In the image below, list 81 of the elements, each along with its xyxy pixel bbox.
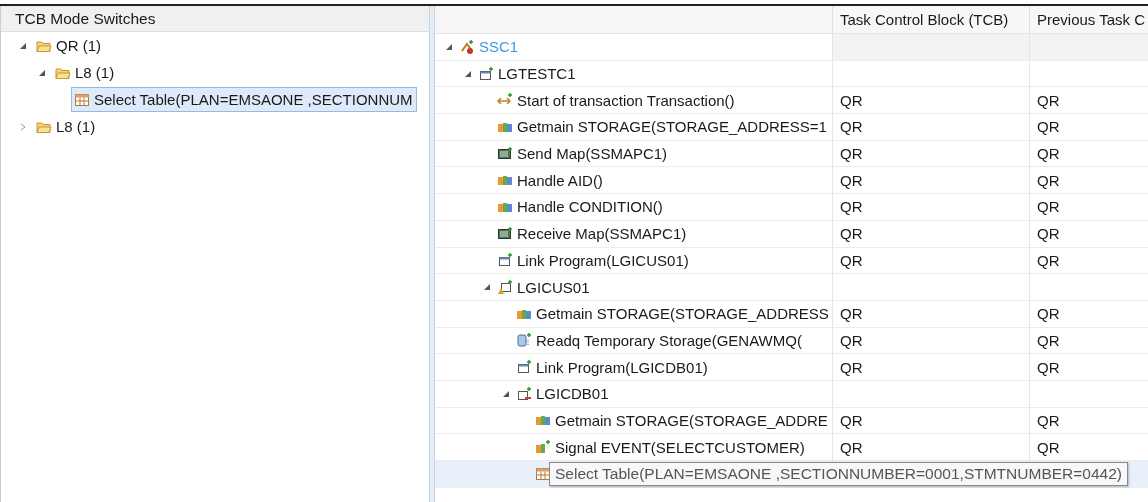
tcb-value: QR bbox=[840, 145, 863, 163]
previous-tcb-value: QR bbox=[1037, 305, 1060, 323]
previous-tcb-value: QR bbox=[1037, 438, 1060, 456]
expanded-arrow-icon[interactable] bbox=[464, 69, 472, 78]
node-label: Receive Map(SSMAPC1) bbox=[517, 225, 687, 243]
tree-row[interactable]: Handle AID() QR QR bbox=[435, 167, 1148, 195]
tcb-value: QR bbox=[840, 198, 863, 216]
previous-tcb-value: QR bbox=[1037, 411, 1060, 429]
window-icon bbox=[516, 359, 532, 376]
screen-icon bbox=[497, 145, 513, 162]
tree-row[interactable]: Getmain STORAGE(STORAGE_ADDRE QR QR bbox=[435, 407, 1148, 435]
node-label: LGICUS01 bbox=[517, 278, 590, 296]
expanded-arrow-icon[interactable] bbox=[502, 389, 510, 398]
tree-row[interactable]: Select Table(PLAN=EMSAONE ,SECTIONNUMBER=0001,STMTNUMBER=0442) bbox=[435, 461, 1148, 488]
tree-row[interactable]: LGICDB01 bbox=[435, 380, 1148, 408]
previous-tcb-value: QR bbox=[1037, 171, 1060, 189]
node-label: Handle CONDITION() bbox=[517, 198, 663, 216]
node-label: Link Program(LGICDB01) bbox=[536, 358, 708, 376]
previous-tcb-value: QR bbox=[1037, 91, 1060, 109]
node-label: Readq Temporary Storage(GENAWMQ( bbox=[536, 331, 802, 349]
expanded-arrow-icon[interactable] bbox=[483, 283, 491, 292]
blocks-icon bbox=[535, 439, 551, 456]
node-label: Link Program(LGICUS01) bbox=[517, 251, 689, 269]
tree-row[interactable]: Start of transaction Transaction() QR QR bbox=[435, 87, 1148, 115]
window-icon bbox=[497, 252, 513, 269]
tcb-value: QR bbox=[840, 225, 863, 243]
tree-row[interactable]: Link Program(LGICUS01) QR QR bbox=[435, 247, 1148, 275]
tree-row[interactable]: Link Program(LGICDB01) QR QR bbox=[435, 354, 1148, 381]
tree-item[interactable]: Select Table(PLAN=EMSAONE ,SECTIONNUM bbox=[71, 87, 417, 112]
panel-title: TCB Mode Switches bbox=[1, 6, 429, 32]
node-label: Getmain STORAGE(STORAGE_ADDRESS bbox=[536, 305, 829, 323]
previous-tcb-value: QR bbox=[1037, 145, 1060, 163]
node-label: Start of transaction Transaction() bbox=[517, 91, 735, 109]
region-icon bbox=[459, 38, 475, 55]
node-label: Send Map(SSMAPC1) bbox=[517, 145, 668, 163]
tcb-value: QR bbox=[840, 305, 863, 323]
column-header[interactable]: Task Control Block (TCB) bbox=[832, 6, 1029, 33]
tcb-value: QR bbox=[840, 251, 863, 269]
previous-tcb-value: QR bbox=[1037, 331, 1060, 349]
node-label: Signal EVENT(SELECTCUSTOMER) bbox=[555, 438, 805, 456]
tcb-value: QR bbox=[840, 171, 863, 189]
node-label: LGTESTC1 bbox=[498, 65, 576, 83]
tcb-value: QR bbox=[840, 358, 863, 376]
tree-item[interactable]: L8 (1) bbox=[52, 60, 119, 85]
column-header[interactable]: Previous Task C bbox=[1029, 6, 1148, 33]
screen-icon bbox=[497, 225, 513, 242]
expanded-arrow-icon[interactable] bbox=[38, 68, 46, 77]
previous-tcb-value: QR bbox=[1037, 358, 1060, 376]
tree-row[interactable]: Handle CONDITION() QR QR bbox=[435, 194, 1148, 221]
window-icon bbox=[478, 65, 494, 82]
tree-row[interactable]: Readq Temporary Storage(GENAWMQ( QR QR bbox=[435, 327, 1148, 355]
tcb-value: QR bbox=[840, 438, 863, 456]
node-label: Handle AID() bbox=[517, 171, 603, 189]
expanded-arrow-icon[interactable] bbox=[445, 42, 453, 51]
previous-tcb-value: QR bbox=[1037, 118, 1060, 136]
tree-row[interactable]: Getmain STORAGE(STORAGE_ADDRESS=1 QR QR bbox=[435, 114, 1148, 141]
tooltip: Select Table(PLAN=EMSAONE ,SECTIONNUMBER=0001,STMTNUMBER=0442) bbox=[549, 462, 1128, 486]
node-label: Getmain STORAGE(STORAGE_ADDRESS=1 bbox=[517, 118, 827, 136]
tree-item[interactable]: QR (1) bbox=[33, 33, 105, 58]
window-warning-icon bbox=[497, 279, 513, 296]
tree-row[interactable]: Getmain STORAGE(STORAGE_ADDRESS QR QR bbox=[435, 300, 1148, 328]
previous-tcb-value: QR bbox=[1037, 198, 1060, 216]
tcb-value: QR bbox=[840, 411, 863, 429]
table-icon bbox=[535, 465, 551, 482]
previous-tcb-value: QR bbox=[1037, 251, 1060, 269]
node-label: LGICDB01 bbox=[536, 385, 609, 403]
node-label: Getmain STORAGE(STORAGE_ADDRE bbox=[555, 411, 828, 429]
window-arrow-icon bbox=[516, 385, 532, 402]
tree-row[interactable]: Receive Map(SSMAPC1) QR QR bbox=[435, 220, 1148, 248]
tree-row[interactable]: LGICUS01 bbox=[435, 274, 1148, 301]
tree-row[interactable]: LGTESTC1 bbox=[435, 60, 1148, 88]
tcb-value: QR bbox=[840, 118, 863, 136]
tree-item[interactable]: L8 (1) bbox=[33, 114, 100, 139]
tcb-value: QR bbox=[840, 91, 863, 109]
node-label: SSC1 bbox=[479, 38, 519, 56]
table-icon bbox=[74, 91, 90, 108]
tree-row[interactable]: Send Map(SSMAPC1) QR QR bbox=[435, 140, 1148, 168]
cylinder-icon bbox=[516, 332, 532, 349]
tcb-value: QR bbox=[840, 331, 863, 349]
expanded-arrow-icon[interactable] bbox=[19, 41, 27, 50]
previous-tcb-value: QR bbox=[1037, 225, 1060, 243]
